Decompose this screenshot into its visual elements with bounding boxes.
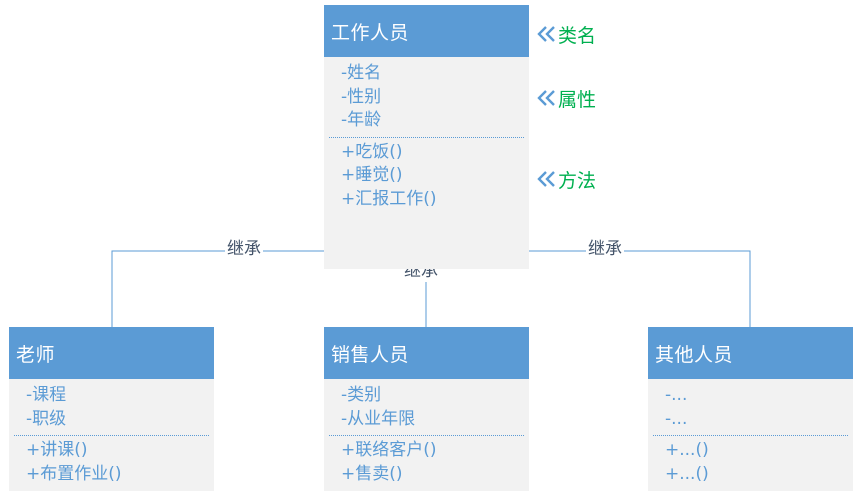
- annotation-class-name: 类名: [536, 22, 597, 47]
- edge-label-others: 继承: [586, 238, 624, 260]
- method-item: +讲课(): [26, 440, 88, 460]
- class-staff-attributes: -姓名 -性别 -年龄: [324, 57, 529, 137]
- method-item: +售卖(): [341, 463, 403, 484]
- class-staff-body: -姓名 -性别 -年龄 +吃饭() +睡觉() +汇报工作(): [324, 57, 529, 269]
- class-sales-body: -类别 -从业年限 +联络客户() +售卖(): [324, 379, 529, 491]
- annotation-methods-text: 方法: [558, 169, 597, 192]
- class-staff-name: 工作人员: [331, 21, 410, 44]
- class-sales-header: 销售人员: [324, 327, 529, 379]
- class-teacher-attributes: -课程 -职级: [9, 379, 214, 435]
- method-item: +布置作业(): [26, 463, 122, 484]
- attribute-item: -...: [665, 408, 688, 429]
- method-item: +吃饭(): [341, 141, 403, 162]
- method-item: +...(): [665, 440, 709, 460]
- class-others-header: 其他人员: [648, 327, 853, 379]
- method-item: +汇报工作(): [341, 188, 437, 209]
- annotation-attributes: 属性: [536, 86, 597, 111]
- class-teacher: 老师 -课程 -职级 +讲课() +布置作业(): [9, 327, 214, 491]
- method-item: +睡觉(): [341, 165, 403, 185]
- attribute-item: -职级: [26, 408, 67, 429]
- double-chevron-left-icon: [537, 26, 555, 42]
- class-staff-header: 工作人员: [324, 5, 529, 57]
- method-item: +联络客户(): [341, 440, 437, 460]
- attribute-item: -年龄: [341, 110, 382, 130]
- attribute-item: -...: [665, 385, 688, 405]
- class-others-name: 其他人员: [655, 343, 734, 366]
- double-chevron-left-icon: [537, 90, 555, 106]
- class-sales-methods: +联络客户() +售卖(): [324, 436, 529, 486]
- class-teacher-methods: +讲课() +布置作业(): [9, 436, 214, 486]
- class-staff-methods: +吃饭() +睡觉() +汇报工作(): [324, 138, 529, 212]
- class-others-methods: +...() +...(): [648, 436, 853, 486]
- double-chevron-left-icon: [537, 171, 555, 187]
- attribute-item: -从业年限: [341, 408, 416, 429]
- class-others-body: -... -... +...() +...(): [648, 379, 853, 491]
- annotation-methods: 方法: [536, 167, 597, 192]
- class-sales: 销售人员 -类别 -从业年限 +联络客户() +售卖(): [324, 327, 529, 491]
- class-staff: 工作人员 -姓名 -性别 -年龄 +吃饭() +睡觉() +汇报工作(): [324, 5, 529, 269]
- class-teacher-body: -课程 -职级 +讲课() +布置作业(): [9, 379, 214, 491]
- class-others-attributes: -... -...: [648, 379, 853, 435]
- attribute-item: -类别: [341, 385, 382, 405]
- class-teacher-header: 老师: [9, 327, 214, 379]
- annotation-attributes-text: 属性: [558, 88, 597, 111]
- attribute-item: -课程: [26, 385, 67, 405]
- class-sales-name: 销售人员: [331, 343, 410, 366]
- class-others: 其他人员 -... -... +...() +...(): [648, 327, 853, 491]
- class-sales-attributes: -类别 -从业年限: [324, 379, 529, 435]
- edge-label-teacher: 继承: [225, 238, 263, 260]
- class-teacher-name: 老师: [16, 343, 56, 366]
- annotation-class-name-text: 类名: [558, 24, 597, 47]
- attribute-item: -性别: [341, 86, 382, 107]
- method-item: +...(): [665, 463, 709, 484]
- attribute-item: -姓名: [341, 63, 382, 83]
